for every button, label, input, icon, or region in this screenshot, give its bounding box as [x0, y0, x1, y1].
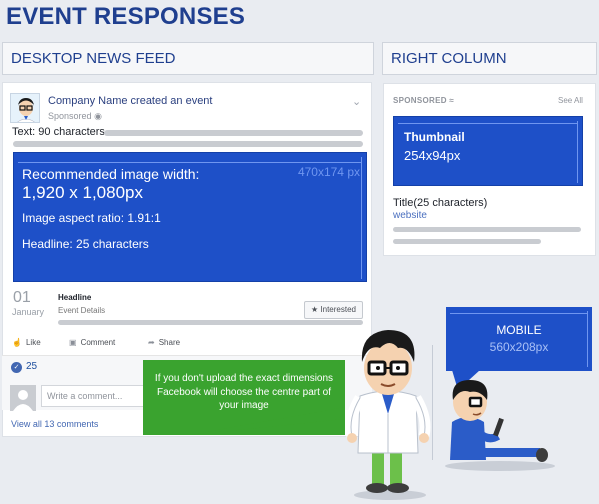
comment-button[interactable]: ▣ Comment: [69, 338, 115, 347]
cartoon-doctor-illustration: [345, 330, 431, 500]
image-dimensions: 470x174 px: [297, 165, 360, 179]
recommended-size: 1,920 x 1,080px: [22, 183, 143, 202]
thumbnail-title: Thumbnail: [404, 130, 465, 144]
ad-text-placeholder-bar: [393, 239, 541, 244]
ad-text-placeholder-bar: [393, 227, 581, 232]
desktop-news-feed-header: DESKTOP NEWS FEED: [2, 42, 374, 75]
callout-pointer: [190, 407, 345, 435]
thumbnail-placeholder: Thumbnail 254x94px: [393, 116, 583, 186]
width-guide-line: [398, 123, 578, 124]
like-count[interactable]: 25: [26, 361, 37, 372]
aspect-ratio: Image aspect ratio: 1.91:1: [22, 211, 161, 225]
height-guide-line: [361, 157, 362, 279]
comment-icon: ▣: [69, 338, 77, 347]
text-placeholder-bar: [104, 130, 363, 136]
like-reaction-icon: ✓: [11, 362, 22, 373]
thumbs-up-icon: ☝: [12, 338, 22, 347]
like-button[interactable]: ☝ Like: [12, 338, 41, 347]
right-column-header: RIGHT COLUMN: [382, 42, 597, 75]
see-all-link[interactable]: See All: [558, 96, 583, 105]
mobile-title: MOBILE: [496, 323, 542, 337]
width-guide-line: [18, 162, 362, 163]
page-title: EVENT RESPONSES: [6, 3, 246, 30]
recommended-width-label: Recommended image width:: [22, 166, 200, 182]
interested-button[interactable]: ★ Interested: [304, 301, 363, 319]
event-image-placeholder: 470x174 px Recommended image width: 1,92…: [13, 152, 367, 282]
sponsored-heading: SPONSORED ≈: [393, 96, 455, 105]
edit-icon: ≈: [449, 96, 455, 105]
height-guide-line: [587, 311, 588, 367]
chevron-down-icon[interactable]: ⌄: [352, 95, 361, 108]
event-day: 01: [13, 289, 31, 306]
height-guide-line: [577, 121, 578, 183]
width-guide-line: [450, 313, 588, 314]
event-placeholder-bar: [58, 320, 363, 325]
cartoon-phone-user-illustration: [445, 380, 555, 471]
view-all-comments-link[interactable]: View all 13 comments: [11, 419, 98, 429]
share-button[interactable]: ➦ Share: [148, 338, 180, 347]
ad-website-link[interactable]: website: [393, 210, 427, 221]
event-month: January: [12, 307, 45, 317]
text-character-limit: Text: 90 characters: [12, 126, 105, 138]
sponsored-label: Sponsored ◉: [48, 111, 102, 121]
post-title-link[interactable]: Company Name created an event: [48, 95, 212, 107]
company-avatar[interactable]: [10, 93, 40, 123]
star-icon: ★: [311, 305, 319, 314]
company-avatar-icon: [11, 94, 39, 122]
event-headline[interactable]: Headline: [58, 293, 91, 302]
user-silhouette-icon: [13, 390, 33, 411]
upload-tip-text: If you don't upload the exact dimensions…: [154, 373, 334, 411]
event-details: Event Details: [58, 306, 106, 315]
mobile-dimensions: 560x208px: [489, 340, 549, 354]
user-avatar: [10, 385, 36, 411]
headline-limit: Headline: 25 characters: [22, 237, 149, 251]
ad-title-limit: Title(25 characters): [393, 197, 488, 209]
share-icon: ➦: [148, 338, 155, 347]
globe-icon: ◉: [94, 111, 102, 121]
text-placeholder-bar: [13, 141, 363, 147]
mobile-size-badge: MOBILE 560x208px: [446, 307, 592, 371]
thumbnail-dimensions: 254x94px: [404, 148, 461, 163]
